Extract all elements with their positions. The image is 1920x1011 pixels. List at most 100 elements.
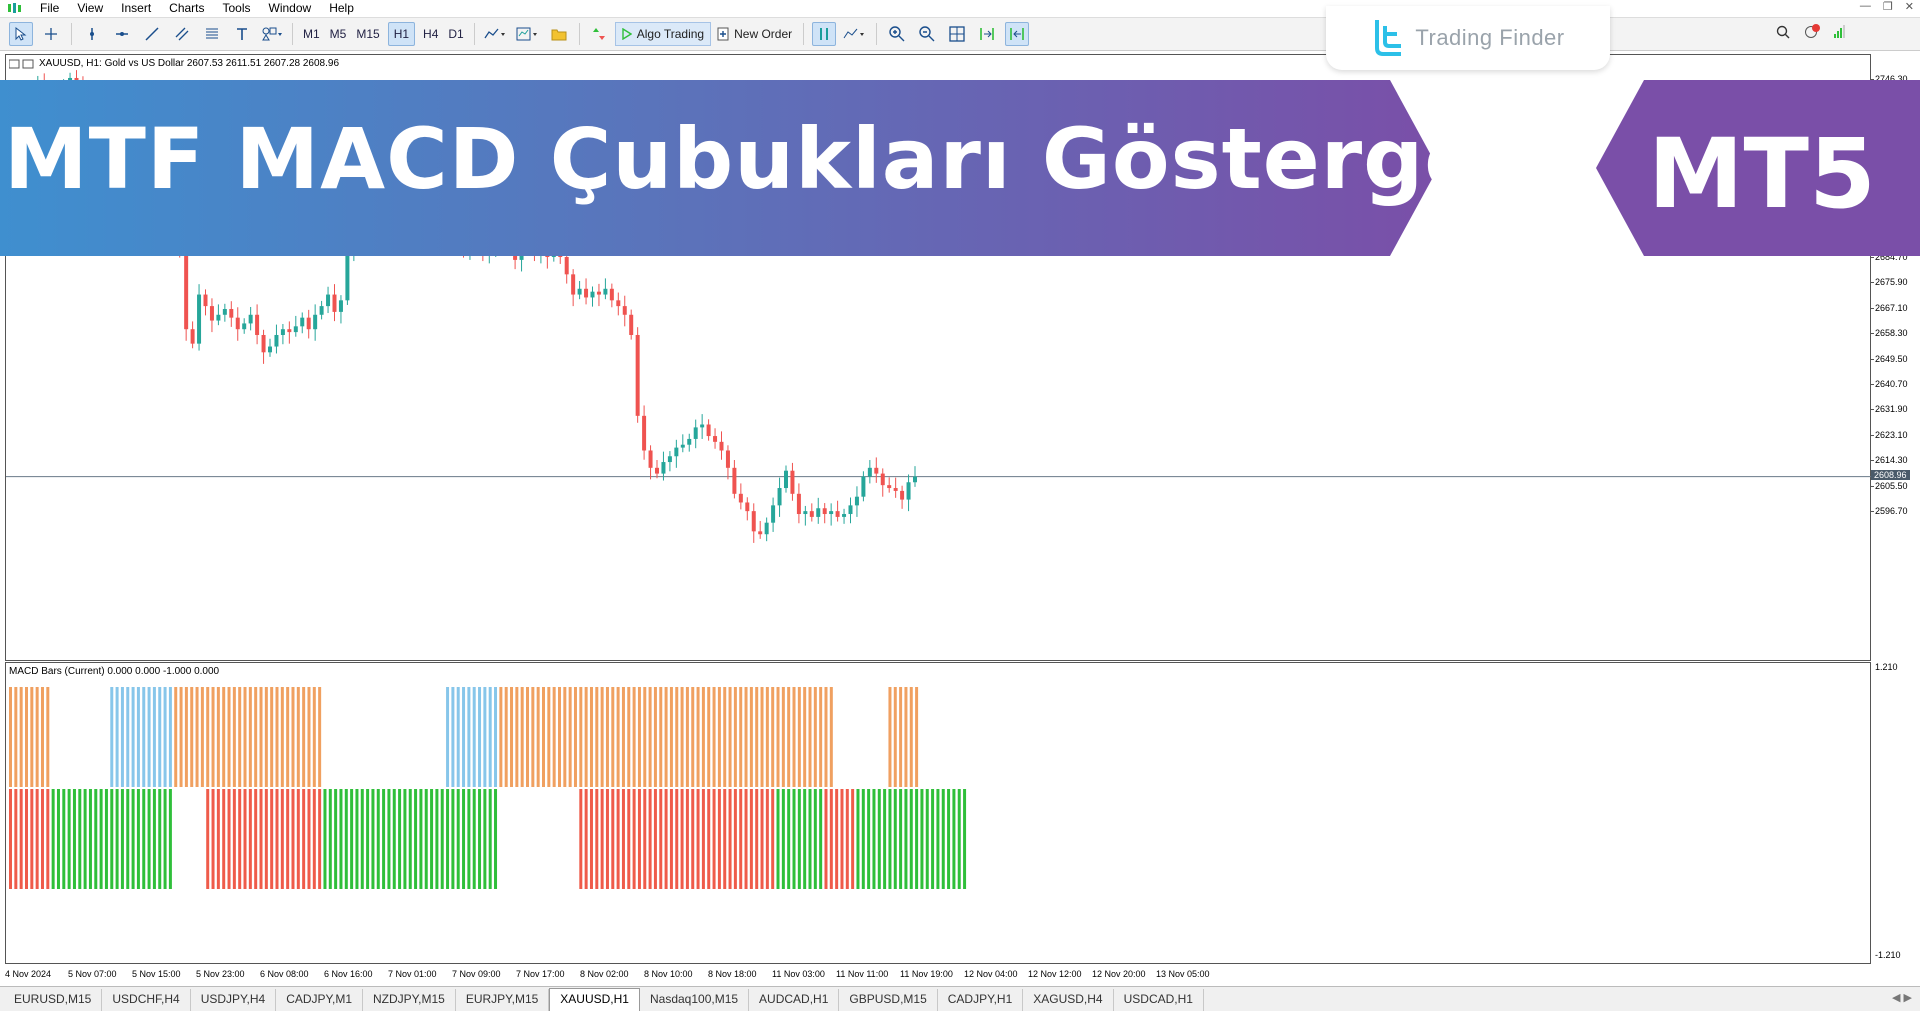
menu-view[interactable]: View (69, 0, 113, 16)
macd-bar (813, 789, 817, 889)
algo-trading-button[interactable]: Algo Trading (614, 22, 712, 46)
chart-tab[interactable]: USDJPY,H4 (191, 989, 277, 1011)
text-tool-icon[interactable] (230, 22, 254, 46)
chart-tab[interactable]: CADJPY,M1 (276, 989, 363, 1011)
macd-bar (904, 789, 908, 889)
zoom-out-icon[interactable] (915, 22, 939, 46)
tab-scroll-arrows-icon[interactable]: ◀ ▶ (1892, 991, 1912, 1004)
menu-help[interactable]: Help (321, 0, 364, 16)
chart-tab[interactable]: Nasdaq100,M15 (640, 989, 750, 1011)
zoom-in-icon[interactable] (885, 22, 909, 46)
candle (784, 465, 788, 493)
time-axis-label: 13 Nov 05:00 (1156, 969, 1210, 979)
chart-tab[interactable]: AUDCAD,H1 (749, 989, 840, 1011)
profiles-folder-icon[interactable] (547, 22, 571, 46)
cursor-tool-icon[interactable] (9, 22, 33, 46)
menu-file[interactable]: File (32, 0, 69, 16)
chart-tab[interactable]: EURJPY,M15 (456, 989, 550, 1011)
candle (190, 321, 195, 349)
macd-bar (56, 789, 60, 889)
macd-bar (861, 789, 865, 889)
trendline-icon[interactable] (140, 22, 164, 46)
new-order-icon (717, 27, 729, 41)
macd-bar (760, 687, 764, 787)
candle (203, 289, 208, 316)
timeframe-d1[interactable]: D1 (443, 27, 468, 41)
macd-bar (14, 789, 18, 889)
chart-tab[interactable]: EURUSD,M15 (4, 989, 103, 1011)
chart-tab[interactable]: USDCHF,H4 (102, 989, 191, 1011)
channel-icon[interactable] (170, 22, 194, 46)
macd-bar (621, 789, 625, 889)
timeframe-h4[interactable]: H4 (418, 27, 443, 41)
macd-bar (302, 789, 306, 889)
restore-icon[interactable]: ❐ (1883, 0, 1893, 13)
auto-scroll-icon[interactable] (975, 22, 999, 46)
chart-tab[interactable]: XAGUSD,H4 (1023, 989, 1114, 1011)
fibonacci-icon[interactable] (200, 22, 224, 46)
macd-bar (600, 687, 604, 787)
macd-bar (14, 687, 18, 787)
macd-bar (797, 687, 801, 787)
chart-tab[interactable]: XAUUSD,H1 (549, 988, 640, 1011)
chart-tab[interactable]: NZDJPY,M15 (363, 989, 456, 1011)
timeframe-h1[interactable]: H1 (387, 22, 416, 46)
new-order-label: New Order (734, 27, 793, 41)
chart-tab[interactable]: GBPUSD,M15 (839, 989, 938, 1011)
crosshair-tool-icon[interactable] (39, 22, 63, 46)
vertical-line-icon[interactable] (80, 22, 104, 46)
shapes-icon[interactable] (260, 22, 284, 46)
menu-tools[interactable]: Tools (215, 0, 261, 16)
bar-chart-icon[interactable] (812, 22, 837, 46)
tile-windows-icon[interactable] (945, 22, 969, 46)
macd-bar (158, 687, 162, 787)
price-axis-label: 2675.90 (1875, 277, 1908, 288)
timeframe-m5[interactable]: M5 (325, 27, 352, 41)
price-axis-label: 2649.50 (1875, 353, 1908, 364)
chart-shift-icon[interactable] (1005, 22, 1030, 46)
menu-window[interactable]: Window (261, 0, 322, 16)
macd-bar (446, 789, 450, 889)
search-icon[interactable] (1776, 25, 1790, 39)
indicator-scale-bottom: -1.210 (1875, 950, 1901, 960)
horizontal-line-icon[interactable] (110, 22, 134, 46)
notifications-icon[interactable] (1804, 24, 1820, 40)
timeframe-m1[interactable]: M1 (298, 27, 325, 41)
macd-bar (152, 789, 156, 889)
macd-bar (264, 789, 268, 889)
macd-bar (467, 687, 471, 787)
trade-signals-icon[interactable] (588, 22, 612, 46)
menu-insert[interactable]: Insert (113, 0, 161, 16)
candle (816, 497, 821, 524)
templates-icon[interactable] (515, 22, 541, 46)
indicators-icon[interactable] (483, 22, 509, 46)
macd-bar (419, 789, 423, 889)
macd-bar (88, 789, 92, 889)
new-order-button[interactable]: New Order (711, 22, 798, 46)
candle (680, 434, 685, 453)
minimize-icon[interactable]: — (1860, 0, 1871, 13)
macd-bar (9, 687, 12, 787)
macd-bar (893, 789, 897, 889)
macd-bar (733, 789, 737, 889)
macd-bar (781, 687, 785, 787)
close-icon[interactable]: ✕ (1905, 0, 1914, 13)
macd-bar (312, 687, 316, 787)
chart-type-icon[interactable] (842, 22, 868, 46)
macd-bar (46, 789, 50, 889)
menu-charts[interactable]: Charts (161, 0, 214, 16)
chart-tab[interactable]: USDCAD,H1 (1114, 989, 1204, 1011)
macd-bar (136, 789, 140, 889)
macd-bar (659, 789, 663, 889)
time-axis-label: 11 Nov 03:00 (772, 969, 825, 979)
macd-bar (456, 687, 460, 787)
macd-bars-subwindow[interactable]: MACD Bars (Current) 0.000 0.000 -1.000 0… (5, 662, 1871, 964)
macd-bar (387, 789, 391, 889)
price-axis-label: 2667.10 (1875, 302, 1908, 313)
price-axis-label: 2623.10 (1875, 429, 1908, 440)
macd-bar (110, 687, 114, 787)
chart-tab[interactable]: CADJPY,H1 (938, 989, 1024, 1011)
timeframe-m15[interactable]: M15 (351, 27, 384, 41)
candle (313, 304, 318, 341)
candle (887, 477, 892, 493)
